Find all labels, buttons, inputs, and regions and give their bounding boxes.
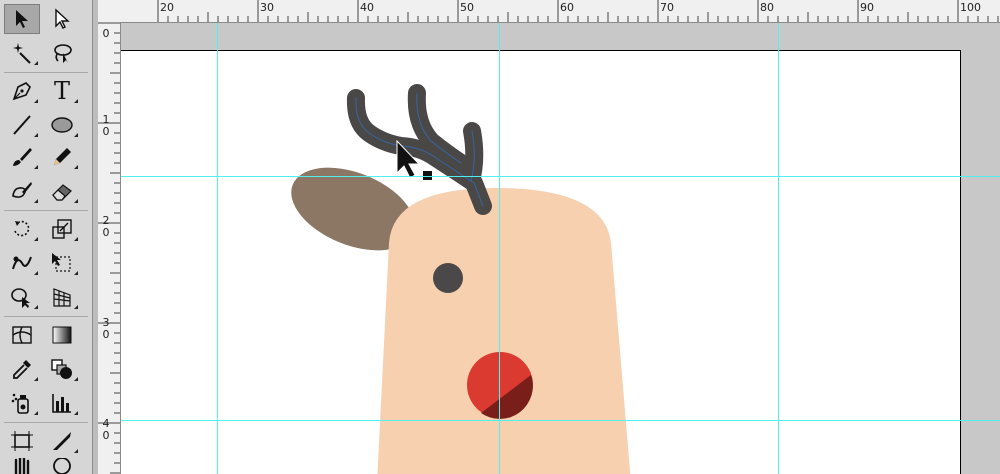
zoom-tool[interactable] <box>44 458 80 474</box>
ruler-label-100: 100 <box>960 1 981 14</box>
rotate-icon <box>14 220 30 237</box>
blend-icon <box>51 359 72 379</box>
line-icon <box>13 115 31 135</box>
magic-wand-tool[interactable] <box>4 38 40 68</box>
mesh-icon <box>12 326 32 344</box>
lasso-icon <box>54 44 72 63</box>
hand-tool[interactable] <box>4 458 40 474</box>
column-graph-tool[interactable] <box>44 388 80 418</box>
perspective-grid-tool[interactable] <box>44 282 80 312</box>
eraser-icon <box>52 184 72 201</box>
ruler-label-70: 70 <box>660 1 674 14</box>
vertical-ruler[interactable]: 0 1 0 2 0 3 0 4 0 <box>98 22 121 474</box>
ruler-label-20-a: 2 <box>102 214 110 227</box>
shape-builder-tool[interactable] <box>4 282 40 312</box>
type-tool[interactable]: T <box>44 76 80 106</box>
pencil-icon <box>54 148 71 165</box>
pencil-tool[interactable] <box>44 142 80 172</box>
tools-panel: T <box>0 0 99 474</box>
line-tool[interactable] <box>4 110 40 140</box>
ellipse-icon <box>51 117 73 133</box>
free-transform-icon <box>52 253 71 272</box>
reindeer-eye[interactable] <box>433 263 463 293</box>
hollow-arrow-icon <box>55 8 70 29</box>
free-transform-tool[interactable] <box>44 248 80 278</box>
horizontal-guide[interactable] <box>121 176 1000 177</box>
vertical-guide[interactable] <box>217 23 218 474</box>
brush-icon <box>13 148 32 166</box>
column-graph-icon <box>52 394 71 413</box>
ruler-label-40: 40 <box>360 1 374 14</box>
reindeer-artwork <box>291 84 631 474</box>
selection-tool[interactable] <box>4 4 40 34</box>
ellipse-tool[interactable] <box>44 110 80 140</box>
direct-selection-tool[interactable] <box>44 4 80 34</box>
eraser-tool[interactable] <box>44 176 80 206</box>
rotate-tool[interactable] <box>4 214 40 244</box>
ruler-label-50: 50 <box>460 1 474 14</box>
ruler-label-30: 30 <box>260 1 274 14</box>
type-icon: T <box>53 77 70 105</box>
warp-icon <box>12 256 32 270</box>
arrow-icon <box>16 10 28 28</box>
ruler-label-20: 20 <box>160 1 174 14</box>
ruler-label-20-b: 0 <box>102 226 110 239</box>
shape-builder-icon <box>11 288 30 308</box>
ruler-label-30-a: 3 <box>102 316 110 329</box>
eyedropper-tool[interactable] <box>4 354 40 384</box>
ruler-label-10-b: 0 <box>102 125 110 138</box>
symbol-sprayer-tool[interactable] <box>4 388 40 418</box>
scale-tool[interactable] <box>44 214 80 244</box>
ruler-label-10-a: 1 <box>102 113 110 126</box>
ruler-label-40-a: 4 <box>102 417 110 430</box>
pen-tool[interactable] <box>4 76 40 106</box>
horizontal-ruler[interactable]: 20 30 40 50 60 70 80 90 100 <box>98 0 1000 23</box>
eyedropper-icon <box>13 360 31 379</box>
slice-icon <box>53 432 71 450</box>
ruler-label-30-b: 0 <box>102 328 110 341</box>
hand-icon <box>14 458 30 474</box>
blob-brush-icon <box>12 182 32 198</box>
blend-tool[interactable] <box>44 354 80 384</box>
ruler-label-60: 60 <box>560 1 574 14</box>
perspective-grid-icon <box>53 288 71 307</box>
ruler-label-40-b: 0 <box>102 429 110 442</box>
zoom-icon <box>53 458 71 474</box>
ruler-label-90: 90 <box>860 1 874 14</box>
lasso-tool[interactable] <box>44 38 80 68</box>
scale-icon <box>52 219 72 239</box>
vertical-ruler-ticks <box>98 22 120 474</box>
paintbrush-tool[interactable] <box>4 142 40 172</box>
blob-brush-tool[interactable] <box>4 176 40 206</box>
document-canvas[interactable] <box>121 23 1000 474</box>
artboard-tool[interactable] <box>4 426 40 456</box>
warp-tool[interactable] <box>4 248 40 278</box>
vertical-guide[interactable] <box>499 23 500 474</box>
magic-wand-icon <box>13 43 31 64</box>
vertical-guide[interactable] <box>778 23 779 474</box>
ruler-label-80: 80 <box>760 1 774 14</box>
pen-icon <box>12 82 31 101</box>
symbol-sprayer-icon <box>11 393 29 414</box>
artboard-icon <box>11 431 33 451</box>
horizontal-guide[interactable] <box>121 420 1000 421</box>
mesh-tool[interactable] <box>4 320 40 350</box>
ruler-label-0: 0 <box>102 27 110 40</box>
slice-tool[interactable] <box>44 426 80 456</box>
gradient-icon <box>52 326 72 344</box>
gradient-tool[interactable] <box>44 320 80 350</box>
reindeer-face[interactable] <box>377 187 631 474</box>
